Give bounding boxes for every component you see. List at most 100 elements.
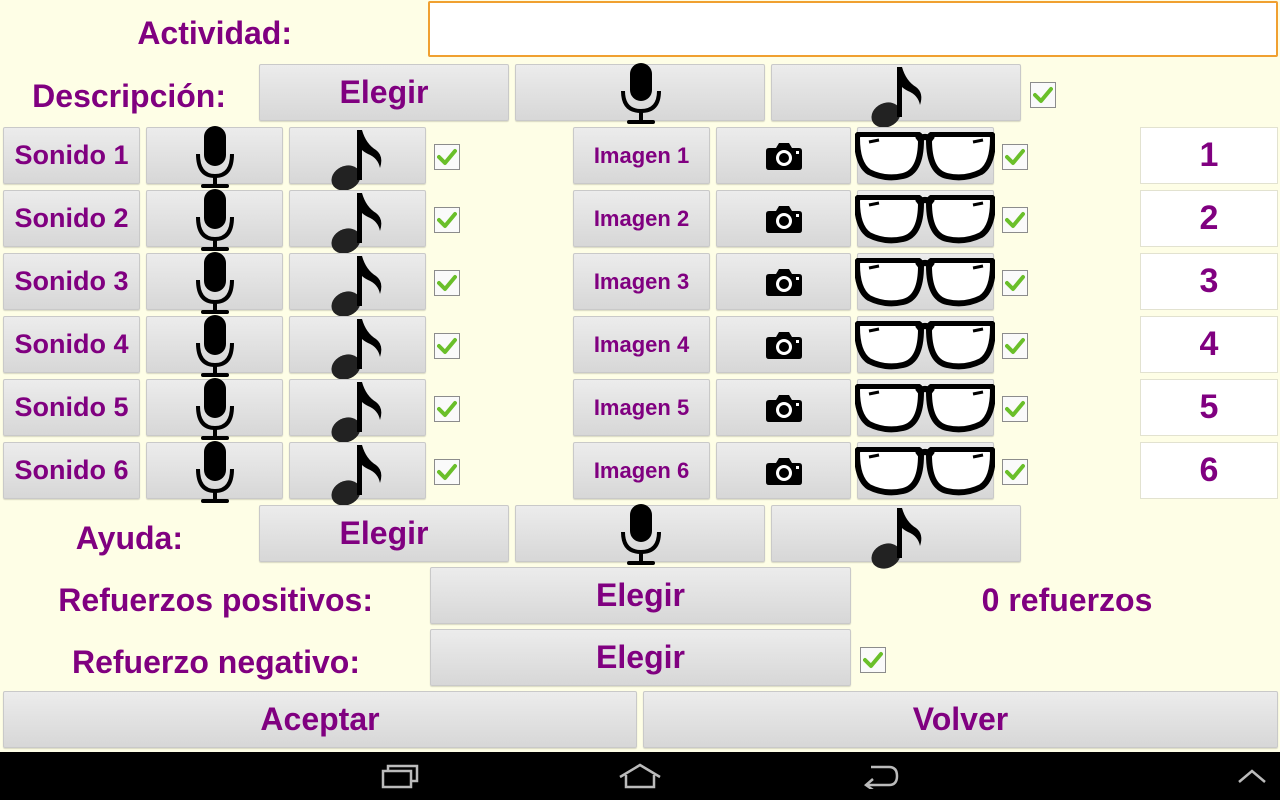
sound-5-file-button[interactable] [289,379,426,443]
checkmark-icon [1005,149,1025,165]
glasses-icon [855,132,995,181]
system-navigation-bar [0,752,1280,800]
image-1-view-button[interactable] [855,127,995,184]
glasses-icon [855,258,995,307]
sound-6-file-button[interactable] [289,442,426,506]
sound-1-mic-wrap [195,126,235,190]
image-6-view-button[interactable] [855,442,995,499]
checkmark-icon [437,212,457,228]
image-3-button[interactable]: Imagen 3 [573,253,710,310]
image-4-button[interactable]: Imagen 4 [573,316,710,373]
recent-apps-button[interactable] [360,752,440,800]
actividad-input[interactable] [428,1,1278,57]
sound-6-button[interactable]: Sonido 6 [3,442,140,499]
descripcion-checkbox[interactable] [1030,82,1056,108]
camera-icon [765,457,802,485]
sound-3-record-button[interactable] [146,252,283,314]
sound-4-button[interactable]: Sonido 4 [3,316,140,373]
sound-2-note-wrap [330,191,386,255]
refuerzos-positivos-label: Refuerzos positivos: [58,581,373,618]
refuerzos-positivos-choose-button[interactable]: Elegir [430,567,851,624]
image-4-checkbox[interactable] [1002,333,1028,359]
glasses-icon [855,195,995,244]
checkmark-icon [437,149,457,165]
glasses-icon [855,447,995,496]
checkmark-icon [1005,401,1025,417]
descripcion-sound-button[interactable] [771,64,1021,128]
image-6-camera-button[interactable] [716,442,851,499]
image-2-view-button[interactable] [855,190,995,247]
sound-4-file-button[interactable] [289,316,426,380]
camera-icon [765,331,802,359]
descripcion-choose-button[interactable]: Elegir [259,64,509,121]
refuerzo-negativo-checkbox[interactable] [860,647,886,673]
row-number-1: 1 [1140,127,1278,184]
home-icon [619,763,661,789]
image-5-camera-button[interactable] [716,379,851,436]
sound-4-checkbox[interactable] [434,333,460,359]
checkmark-icon [437,464,457,480]
sound-2-checkbox[interactable] [434,207,460,233]
sound-1-file-button[interactable] [289,127,426,191]
music-note-icon [331,193,382,254]
sound-5-checkbox[interactable] [434,396,460,422]
actividad-label: Actividad: [137,14,292,51]
refuerzo-negativo-choose-button[interactable]: Elegir [430,629,851,686]
microphone-icon [196,441,234,503]
row-number-6: 6 [1140,442,1278,499]
home-button[interactable] [600,752,680,800]
image-5-glasses-wrap [855,384,995,434]
image-3-glasses-wrap [855,258,995,308]
row-number-2: 2 [1140,190,1278,247]
sound-4-note-wrap [330,317,386,381]
sound-5-note-wrap [330,380,386,444]
image-3-checkbox[interactable] [1002,270,1028,296]
sound-3-file-button[interactable] [289,253,426,317]
image-4-glasses-wrap [855,321,995,371]
sound-2-file-button[interactable] [289,190,426,254]
image-5-checkbox[interactable] [1002,396,1028,422]
music-note-icon [871,508,922,569]
refuerzo-negativo-label: Refuerzo negativo: [71,643,360,680]
ayuda-sound-button[interactable] [771,505,1021,569]
aceptar-button[interactable]: Aceptar [3,691,637,748]
image-2-checkbox[interactable] [1002,207,1028,233]
descripcion-record-button[interactable] [515,63,765,124]
sound-4-record-button[interactable] [146,315,283,377]
image-6-button[interactable]: Imagen 6 [573,442,710,499]
image-3-camera-button[interactable] [716,253,851,310]
sound-6-checkbox[interactable] [434,459,460,485]
sound-1-checkbox[interactable] [434,144,460,170]
camera-icon [765,268,802,296]
checkmark-icon [437,338,457,354]
image-2-button[interactable]: Imagen 2 [573,190,710,247]
sound-1-button[interactable]: Sonido 1 [3,127,140,184]
image-1-camera-button[interactable] [716,127,851,184]
back-button[interactable] [840,752,920,800]
sound-2-record-button[interactable] [146,189,283,251]
sound-1-record-button[interactable] [146,126,283,188]
glasses-icon [855,384,995,433]
sound-3-checkbox[interactable] [434,270,460,296]
sound-3-mic-wrap [195,252,235,316]
image-4-view-button[interactable] [855,316,995,373]
sound-2-button[interactable]: Sonido 2 [3,190,140,247]
sound-3-button[interactable]: Sonido 3 [3,253,140,310]
checkmark-icon [863,652,883,668]
sound-5-button[interactable]: Sonido 5 [3,379,140,436]
ayuda-record-button[interactable] [515,504,765,565]
sound-1-note-wrap [330,128,386,192]
image-1-checkbox[interactable] [1002,144,1028,170]
sound-6-record-button[interactable] [146,441,283,503]
image-5-button[interactable]: Imagen 5 [573,379,710,436]
ayuda-choose-button[interactable]: Elegir [259,505,509,562]
image-6-checkbox[interactable] [1002,459,1028,485]
image-5-view-button[interactable] [855,379,995,436]
image-2-camera-button[interactable] [716,190,851,247]
sound-5-record-button[interactable] [146,378,283,440]
chevron-up-button[interactable] [1228,752,1276,800]
image-4-camera-button[interactable] [716,316,851,373]
image-1-button[interactable]: Imagen 1 [573,127,710,184]
volver-button[interactable]: Volver [643,691,1278,748]
image-3-view-button[interactable] [855,253,995,310]
